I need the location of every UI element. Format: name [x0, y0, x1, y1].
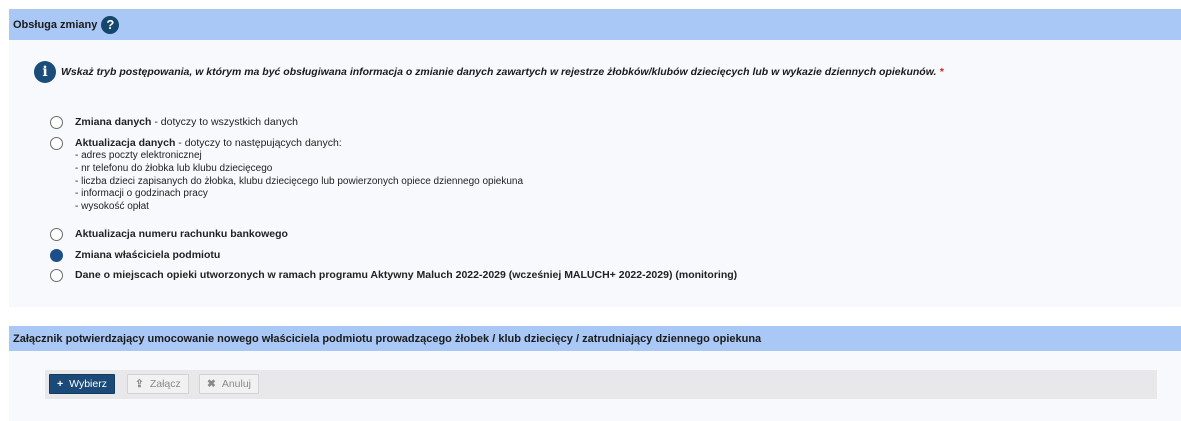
close-icon: ✖: [207, 378, 216, 390]
updated-fields-list: - adres poczty elektronicznej - nr telef…: [75, 150, 523, 214]
option-aktualizacja-danych[interactable]: Aktualizacja danych - dotyczy to następu…: [50, 137, 523, 214]
change-handling-header: Obsługa zmiany ?: [9, 9, 1181, 40]
option-label-block: Aktualizacja danych - dotyczy to następu…: [75, 137, 524, 214]
list-item: - nr telefonu do żłobka lub klubu dzieci…: [75, 162, 273, 174]
choose-file-button[interactable]: + Wybierz: [49, 374, 115, 394]
option-label: Zmiana danych - dotyczy to wszystkich da…: [75, 116, 298, 128]
radio-rachunek-bankowy[interactable]: [50, 228, 63, 241]
cancel-button[interactable]: ✖ Anuluj: [199, 374, 260, 394]
help-icon[interactable]: ?: [101, 15, 120, 34]
instruction-text: Wskaż tryb postępowania, w którym ma być…: [61, 66, 944, 78]
list-item: - adres poczty elektronicznej: [75, 150, 202, 161]
attachment-header: Załącznik potwierdzający umocowanie nowe…: [9, 326, 1181, 351]
list-item: - liczba dzieci zapisanych do żłobka, kl…: [75, 175, 524, 187]
option-aktywny-maluch[interactable]: Dane o miejscach opieki utworzonych w ra…: [50, 269, 737, 282]
plus-icon: +: [57, 378, 64, 390]
info-icon: i: [34, 61, 56, 83]
attach-button[interactable]: ⇪ Załącz: [127, 374, 189, 394]
upload-toolbar: + Wybierz ⇪ Załącz ✖ Anuluj: [45, 370, 1157, 399]
radio-aktywny-maluch[interactable]: [50, 269, 63, 282]
radio-aktualizacja-danych[interactable]: [50, 137, 63, 150]
option-rachunek-bankowy[interactable]: Aktualizacja numeru rachunku bankowego: [50, 228, 288, 241]
list-item: - informacji o godzinach pracy: [75, 188, 208, 200]
list-item: - wysokość opłat: [75, 201, 149, 213]
attachment-panel: Załącznik potwierdzający umocowanie nowe…: [9, 326, 1181, 421]
upload-icon: ⇪: [135, 378, 144, 390]
attachment-title: Załącznik potwierdzający umocowanie nowe…: [13, 332, 762, 345]
instruction-row: i Wskaż tryb postępowania, w którym ma b…: [34, 61, 944, 83]
required-marker: *: [939, 66, 944, 78]
radio-zmiana-danych[interactable]: [50, 116, 63, 129]
radio-zmiana-wlasciciela[interactable]: [50, 249, 63, 262]
option-zmiana-danych[interactable]: Zmiana danych - dotyczy to wszystkich da…: [50, 116, 298, 129]
option-zmiana-wlasciciela[interactable]: Zmiana właściciela podmiotu: [50, 249, 220, 262]
section-title: Obsługa zmiany: [13, 18, 98, 31]
